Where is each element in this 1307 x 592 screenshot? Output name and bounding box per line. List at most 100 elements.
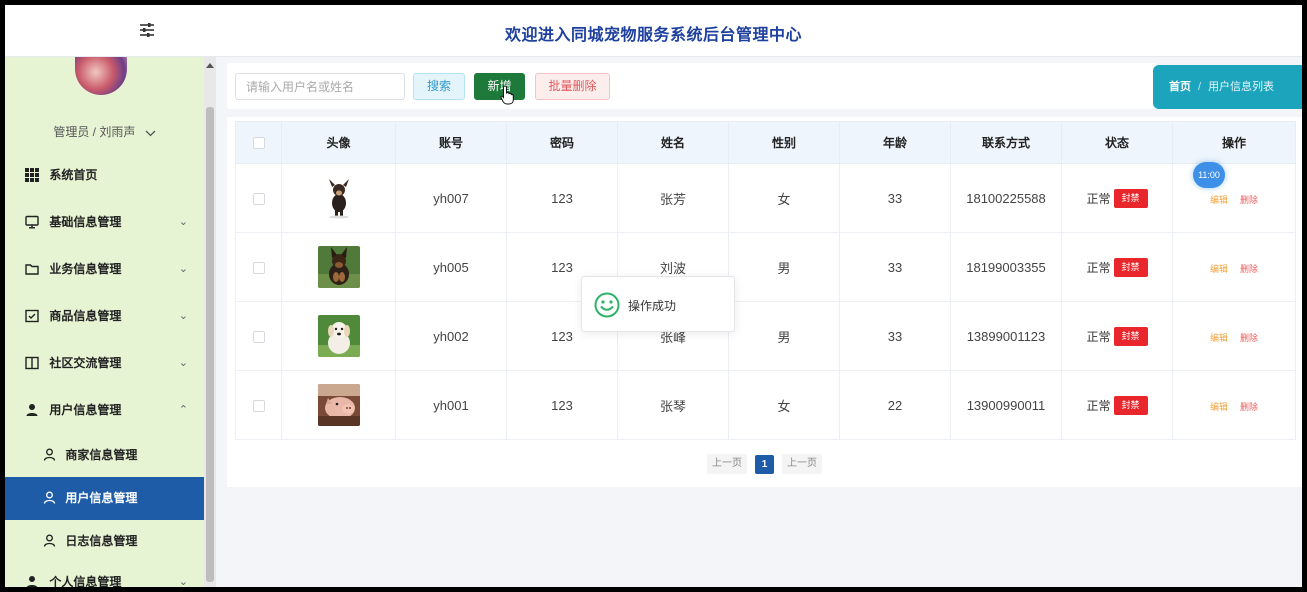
- status-cell: 正常 封禁: [1061, 163, 1173, 233]
- row-select-cell: [235, 232, 282, 302]
- column-header: 姓名: [617, 121, 729, 164]
- batch-delete-button[interactable]: 批量删除: [535, 73, 610, 100]
- gender-cell: 女: [728, 163, 840, 233]
- chevron-down-icon: ⌄: [178, 216, 188, 228]
- avatar-cell: [281, 301, 396, 371]
- actions-cell: 编辑 删除: [1172, 301, 1296, 371]
- account-cell: yh007: [395, 163, 507, 233]
- sidebar-subitem-user[interactable]: 用户信息管理: [5, 477, 204, 520]
- edit-link[interactable]: 编辑: [1210, 333, 1228, 343]
- delete-link[interactable]: 删除: [1240, 195, 1258, 205]
- select-all-checkbox[interactable]: [252, 137, 265, 150]
- monitor-icon: [25, 215, 39, 229]
- phone-cell: 13899001123: [950, 301, 1062, 371]
- sidebar-item-community[interactable]: 社区交流管理 ⌄: [5, 340, 204, 387]
- column-header: 密码: [506, 121, 618, 164]
- breadcrumb-separator: /: [1198, 81, 1202, 93]
- sidebar-item-label: 商品信息管理: [49, 309, 122, 323]
- account-cell: yh001: [395, 370, 507, 440]
- edit-link[interactable]: 编辑: [1210, 264, 1228, 274]
- sidebar-item-label: 社区交流管理: [49, 356, 122, 370]
- app-window: 欢迎进入同城宠物服务系统后台管理中心 管理员 / 刘雨声 系统首页 基础信息管理…: [5, 5, 1302, 587]
- prev-page-button[interactable]: 上一页: [707, 454, 747, 474]
- row-checkbox[interactable]: [252, 400, 265, 413]
- edit-link[interactable]: 编辑: [1210, 195, 1228, 205]
- user-outline-icon: [43, 534, 56, 548]
- inbox-icon: [25, 309, 39, 323]
- delete-link[interactable]: 删除: [1240, 402, 1258, 412]
- sidebar-item-personal[interactable]: 个人信息管理 ⌄: [5, 563, 204, 587]
- table-row: yh007 123 张芳 女 33 18100225588 正常 封禁 编辑 删除: [235, 163, 1296, 233]
- column-header: 年龄: [839, 121, 951, 164]
- age-cell: 33: [839, 301, 951, 371]
- ban-button[interactable]: 封禁: [1113, 188, 1148, 208]
- pet-avatar-image: [317, 315, 360, 357]
- avatar[interactable]: [75, 57, 127, 95]
- row-checkbox[interactable]: [252, 331, 265, 344]
- row-select-cell: [235, 163, 282, 233]
- status-text: 正常: [1086, 329, 1111, 344]
- delete-link[interactable]: 删除: [1240, 333, 1258, 343]
- row-select-cell: [235, 301, 282, 371]
- search-button[interactable]: 搜索: [413, 73, 465, 100]
- column-header: 头像: [281, 121, 396, 164]
- ban-button[interactable]: 封禁: [1113, 257, 1148, 277]
- page-number-button[interactable]: 1: [755, 454, 774, 474]
- sidebar-subitem-label: 用户信息管理: [65, 491, 138, 505]
- scrollbar-thumb[interactable]: [206, 107, 214, 582]
- admin-dropdown[interactable]: 管理员 / 刘雨声: [5, 123, 204, 140]
- column-header: 账号: [395, 121, 507, 164]
- ban-button[interactable]: 封禁: [1113, 395, 1148, 415]
- breadcrumb-home[interactable]: 首页: [1169, 81, 1191, 93]
- status-text: 正常: [1086, 260, 1111, 275]
- sidebar-item-label: 系统首页: [49, 168, 98, 182]
- scroll-up-arrow-icon[interactable]: [206, 63, 214, 68]
- gender-cell: 女: [728, 370, 840, 440]
- sidebar-item-goods-info[interactable]: 商品信息管理 ⌄: [5, 293, 204, 340]
- breadcrumb-current: 用户信息列表: [1208, 81, 1275, 93]
- chevron-down-icon: ⌄: [178, 263, 188, 275]
- avatar-cell: [281, 163, 396, 233]
- row-select-cell: [235, 370, 282, 440]
- row-checkbox[interactable]: [252, 193, 265, 206]
- sidebar-subitem-log[interactable]: 日志信息管理: [5, 520, 204, 563]
- sidebar-subitem-merchant[interactable]: 商家信息管理: [5, 434, 204, 477]
- age-cell: 33: [839, 163, 951, 233]
- top-header: 欢迎进入同城宠物服务系统后台管理中心: [5, 5, 1302, 57]
- chevron-up-icon: ⌃: [178, 404, 188, 416]
- admin-label: 管理员 / 刘雨声: [53, 125, 136, 139]
- column-header: 性别: [728, 121, 840, 164]
- row-checkbox[interactable]: [252, 262, 265, 275]
- actions-cell: 编辑 删除: [1172, 163, 1296, 233]
- ban-button[interactable]: 封禁: [1113, 326, 1148, 346]
- column-header: 状态: [1061, 121, 1173, 164]
- status-cell: 正常 封禁: [1061, 370, 1173, 440]
- pet-avatar-image: [317, 384, 360, 426]
- sidebar-scrollbar[interactable]: [204, 57, 216, 587]
- next-page-button[interactable]: 上一页: [782, 454, 822, 474]
- search-input[interactable]: [235, 73, 405, 100]
- table-row: yh002 123 张峰 男 33 13899001123 正常 封禁 编辑 删除: [235, 301, 1296, 371]
- edit-link[interactable]: 编辑: [1210, 402, 1228, 412]
- sidebar-item-label: 个人信息管理: [49, 575, 122, 587]
- status-text: 正常: [1086, 191, 1111, 206]
- table-row: yh001 123 张琴 女 22 13900990011 正常 封禁 编辑 删除: [235, 370, 1296, 440]
- sidebar-subitem-label: 商家信息管理: [65, 448, 138, 462]
- delete-link[interactable]: 删除: [1240, 264, 1258, 274]
- status-cell: 正常 封禁: [1061, 232, 1173, 302]
- status-cell: 正常 封禁: [1061, 301, 1173, 371]
- name-cell: 张芳: [617, 163, 729, 233]
- chevron-down-icon: ⌄: [178, 576, 188, 587]
- phone-cell: 13900990011: [950, 370, 1062, 440]
- avatar-cell: [281, 370, 396, 440]
- sidebar-item-business-info[interactable]: 业务信息管理 ⌄: [5, 246, 204, 293]
- avatar-cell: [281, 232, 396, 302]
- user-outline-icon: [43, 448, 56, 462]
- sidebar-item-basic-info[interactable]: 基础信息管理 ⌄: [5, 199, 204, 246]
- sidebar-item-user-info[interactable]: 用户信息管理 ⌃: [5, 387, 204, 434]
- password-cell: 123: [506, 163, 618, 233]
- column-header: 操作: [1172, 121, 1296, 164]
- toolbar: 搜索 新增 批量删除: [227, 63, 1157, 109]
- sidebar-item-home[interactable]: 系统首页: [5, 153, 204, 199]
- chevron-down-icon: [145, 126, 156, 140]
